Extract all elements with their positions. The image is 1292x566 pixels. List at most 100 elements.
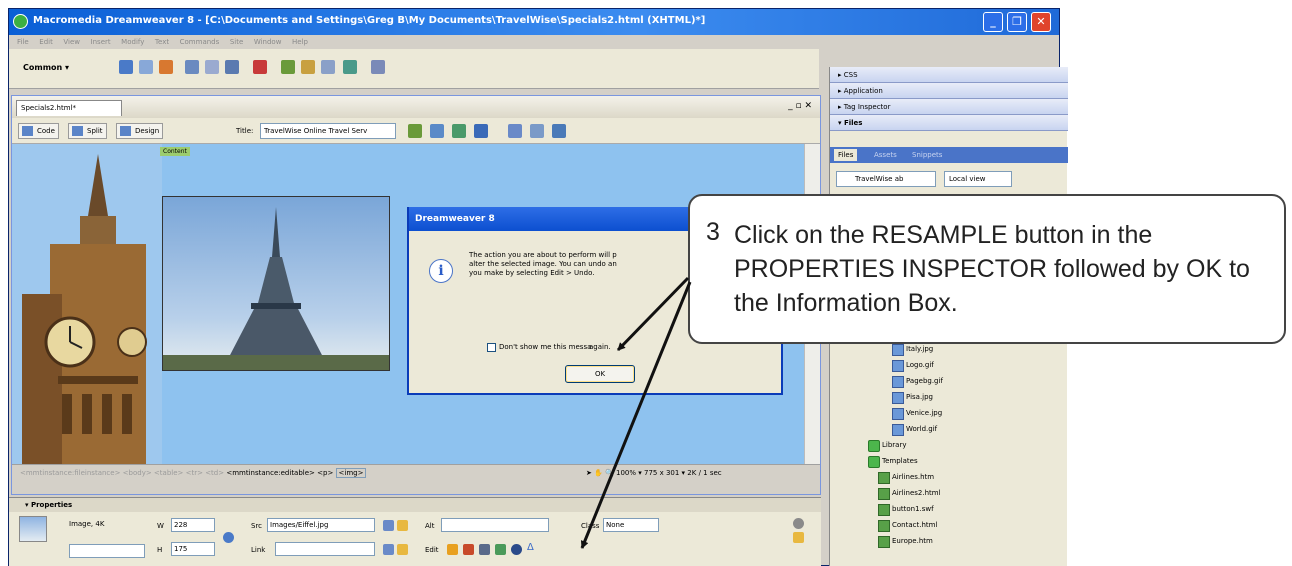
- point-to-file-icon[interactable]: [383, 520, 394, 531]
- optimize-icon[interactable]: [463, 544, 474, 555]
- code-view-button[interactable]: Code: [18, 123, 59, 139]
- images-icon[interactable]: [225, 60, 239, 74]
- menu-view[interactable]: View: [63, 35, 80, 49]
- menu-file[interactable]: File: [17, 35, 29, 49]
- site-select[interactable]: TravelWise ab: [836, 171, 936, 187]
- server-include-icon[interactable]: [301, 60, 315, 74]
- page-title-input[interactable]: TravelWise Online Travel Serv: [260, 123, 396, 139]
- layer-icon[interactable]: [205, 60, 219, 74]
- comment-icon[interactable]: [321, 60, 335, 74]
- view-options-icon[interactable]: [530, 124, 544, 138]
- view-select[interactable]: Local view: [944, 171, 1012, 187]
- tab-files[interactable]: Files: [834, 149, 858, 161]
- insert-bar: Common ▾: [9, 49, 819, 89]
- window-size[interactable]: 775 x 301: [644, 469, 679, 477]
- menu-site[interactable]: Site: [230, 35, 243, 49]
- window-titlebar: Macromedia Dreamweaver 8 - [C:\Documents…: [9, 9, 1059, 35]
- list-item[interactable]: Templates: [868, 455, 918, 468]
- resample-icon[interactable]: [495, 544, 506, 555]
- files-panel-bar[interactable]: ▾ Files: [830, 115, 1068, 131]
- refresh-icon[interactable]: [508, 124, 522, 138]
- css-panel-bar[interactable]: ▸ CSS: [830, 67, 1068, 83]
- list-item[interactable]: Venice.jpg: [892, 407, 942, 420]
- menu-text[interactable]: Text: [155, 35, 169, 49]
- ok-button[interactable]: OK: [565, 365, 635, 383]
- menu-commands[interactable]: Commands: [180, 35, 220, 49]
- hyperlink-icon[interactable]: [119, 60, 133, 74]
- file-management-icon[interactable]: [408, 124, 422, 138]
- width-label: W: [157, 522, 164, 530]
- select-tool-icon[interactable]: ➤: [586, 469, 592, 477]
- brightness-contrast-icon[interactable]: [511, 544, 522, 555]
- check-browser-icon[interactable]: [474, 124, 488, 138]
- validate-icon[interactable]: [452, 124, 466, 138]
- media-icon[interactable]: [253, 60, 267, 74]
- alt-input[interactable]: [441, 518, 549, 532]
- menu-edit[interactable]: Edit: [39, 35, 53, 49]
- eiffel-tower-image[interactable]: [162, 196, 390, 371]
- link-input[interactable]: [275, 542, 375, 556]
- list-item[interactable]: Italy.jpg: [892, 343, 933, 356]
- tag-selector-img[interactable]: <img>: [335, 468, 367, 478]
- date-icon[interactable]: [281, 60, 295, 74]
- height-input[interactable]: 175: [171, 542, 215, 556]
- list-item[interactable]: Airlines2.html: [878, 487, 941, 500]
- list-item[interactable]: World.gif: [892, 423, 937, 436]
- properties-header[interactable]: ▾ Properties: [9, 498, 821, 512]
- table-icon[interactable]: [185, 60, 199, 74]
- list-item[interactable]: Library: [868, 439, 906, 452]
- menu-modify[interactable]: Modify: [121, 35, 144, 49]
- email-link-icon[interactable]: [139, 60, 153, 74]
- tag-selector-editable[interactable]: <mmtinstance:editable> <p>: [226, 469, 333, 477]
- list-item[interactable]: Pisa.jpg: [892, 391, 933, 404]
- list-item[interactable]: Contact.html: [878, 519, 937, 532]
- link-browse-folder-icon[interactable]: [397, 544, 408, 555]
- named-anchor-icon[interactable]: [159, 60, 173, 74]
- image-name-input[interactable]: [69, 544, 145, 558]
- tag-selector-faded[interactable]: <mmtinstance:fileinstance> <body> <table…: [20, 469, 224, 477]
- tab-snippets[interactable]: Snippets: [908, 149, 946, 161]
- browse-folder-icon[interactable]: [397, 520, 408, 531]
- image-thumbnail: [19, 516, 47, 542]
- list-item[interactable]: Airlines.htm: [878, 471, 934, 484]
- help-icon[interactable]: [793, 518, 804, 529]
- step-instruction: Click on the RESAMPLE button in the PROP…: [734, 221, 1250, 317]
- tag-selector[interactable]: <mmtinstance:fileinstance> <body> <table…: [20, 468, 367, 478]
- edit-image-icon[interactable]: [447, 544, 458, 555]
- design-view-button[interactable]: Design: [116, 123, 164, 139]
- crop-icon[interactable]: [479, 544, 490, 555]
- class-select[interactable]: None: [603, 518, 659, 532]
- list-item[interactable]: Pagebg.gif: [892, 375, 943, 388]
- insert-category-dropdown[interactable]: Common ▾: [23, 63, 69, 72]
- script-icon[interactable]: [371, 60, 385, 74]
- src-input[interactable]: Images/Eiffel.jpg: [267, 518, 375, 532]
- tag-inspector-panel-bar[interactable]: ▸ Tag Inspector: [830, 99, 1068, 115]
- head-icon[interactable]: [343, 60, 357, 74]
- quick-tag-editor-icon[interactable]: [793, 532, 804, 543]
- zoom-level[interactable]: 100%: [616, 469, 636, 477]
- list-item[interactable]: Logo.gif: [892, 359, 934, 372]
- document-window-controls[interactable]: _ ▫ ✕: [788, 101, 812, 111]
- zoom-tool-icon[interactable]: 🔍: [605, 469, 614, 477]
- menu-window[interactable]: Window: [254, 35, 282, 49]
- tab-assets[interactable]: Assets: [870, 149, 901, 161]
- reset-size-icon[interactable]: [223, 532, 234, 543]
- preview-browser-icon[interactable]: [430, 124, 444, 138]
- link-point-to-file-icon[interactable]: [383, 544, 394, 555]
- close-button[interactable]: ✕: [1031, 12, 1051, 32]
- split-view-button[interactable]: Split: [68, 123, 107, 139]
- minimize-button[interactable]: _: [983, 12, 1003, 32]
- width-input[interactable]: 228: [171, 518, 215, 532]
- hand-tool-icon[interactable]: ✋: [594, 469, 603, 477]
- sharpen-icon[interactable]: Δ: [527, 542, 534, 553]
- src-label: Src: [251, 522, 263, 530]
- visual-aids-icon[interactable]: [552, 124, 566, 138]
- application-panel-bar[interactable]: ▸ Application: [830, 83, 1068, 99]
- menu-help[interactable]: Help: [292, 35, 308, 49]
- dont-show-again-checkbox[interactable]: [487, 343, 496, 352]
- document-tab[interactable]: Specials2.html*: [16, 100, 122, 116]
- maximize-button[interactable]: ❐: [1007, 12, 1027, 32]
- menu-insert[interactable]: Insert: [91, 35, 111, 49]
- list-item[interactable]: Europe.htm: [878, 535, 933, 548]
- list-item[interactable]: button1.swf: [878, 503, 934, 516]
